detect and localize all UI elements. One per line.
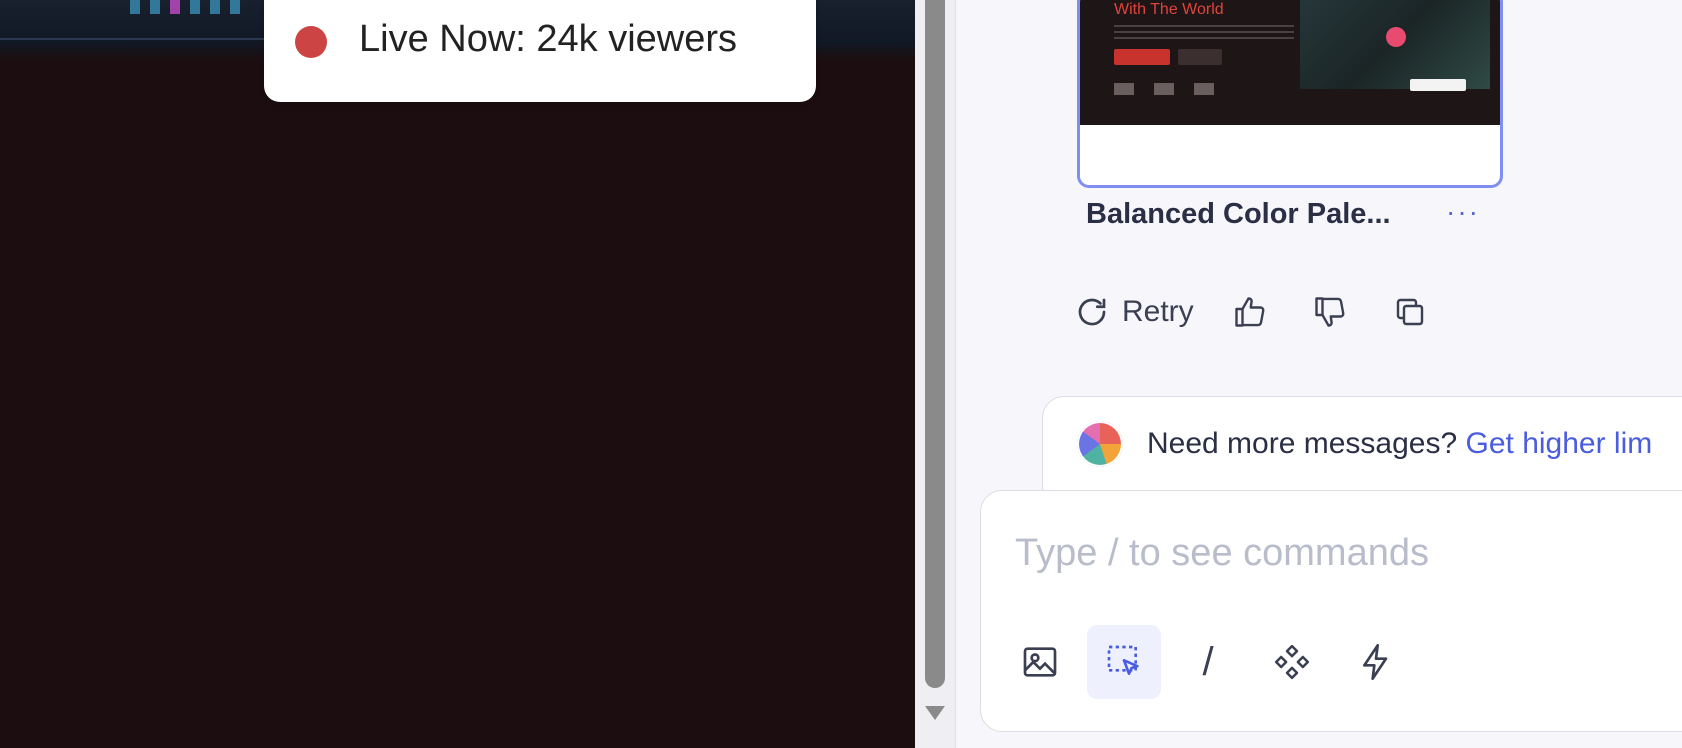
scroll-down-arrow-icon[interactable] [925, 706, 945, 720]
get-higher-limits-link[interactable]: Get higher lim [1466, 427, 1653, 460]
preview-mini-icons [130, 0, 240, 20]
preview-scrollbar[interactable] [915, 0, 956, 748]
design-thumbnail: With The World [1080, 0, 1500, 125]
copy-button[interactable] [1390, 292, 1430, 332]
slash-command-icon: / [1202, 639, 1214, 684]
select-element-button[interactable] [1087, 625, 1161, 699]
retry-icon [1078, 298, 1106, 326]
generated-design-card[interactable]: With The World [1077, 0, 1503, 188]
site-preview: Live Now: 24k viewers [0, 0, 915, 748]
scrollbar-thumb[interactable] [925, 0, 945, 688]
live-badge-text: Live Now: 24k viewers [359, 18, 738, 60]
lightning-icon [1363, 644, 1388, 680]
slash-command-button[interactable]: / [1171, 625, 1245, 699]
thumbs-up-icon [1234, 297, 1265, 327]
live-dot-icon [295, 26, 327, 58]
components-button[interactable] [1255, 625, 1329, 699]
select-element-icon [1107, 645, 1139, 675]
thumbs-up-button[interactable] [1230, 292, 1270, 332]
components-icon [1274, 644, 1310, 680]
thumbnail-video-panel [1300, 0, 1490, 89]
chat-input[interactable] [1013, 531, 1657, 576]
limit-text: Need more messages? [1147, 427, 1458, 460]
copy-icon [1396, 298, 1423, 326]
retry-label: Retry [1122, 295, 1194, 328]
composer-toolbar: / [1003, 625, 1423, 699]
retry-button[interactable]: Retry [1074, 294, 1194, 330]
design-card-title[interactable]: Balanced Color Pale... [1086, 198, 1391, 231]
message-actions: Retry [1074, 292, 1470, 332]
attach-image-button[interactable] [1003, 625, 1077, 699]
preview-divider [0, 38, 270, 40]
play-icon [1386, 27, 1406, 47]
image-icon [1023, 647, 1057, 677]
live-now-badge: Live Now: 24k viewers [264, 0, 816, 102]
more-options-icon[interactable]: ··· [1446, 196, 1480, 228]
quick-action-button[interactable] [1339, 625, 1413, 699]
message-composer: / [980, 490, 1682, 732]
thumbnail-heading: With The World [1114, 1, 1224, 18]
thumbs-down-icon [1314, 297, 1345, 327]
thumbs-down-button[interactable] [1310, 292, 1350, 332]
chat-panel: With The World Balanced Color Pale... ··… [956, 0, 1682, 748]
brand-logo-icon [1077, 421, 1123, 467]
